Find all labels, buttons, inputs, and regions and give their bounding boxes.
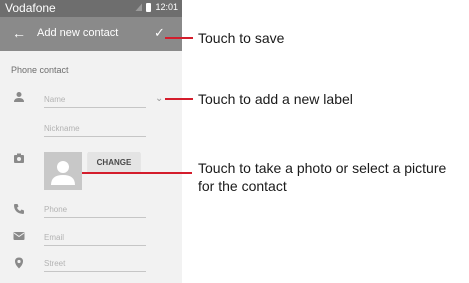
- name-field[interactable]: Name: [44, 93, 146, 108]
- save-callout-text: Touch to save: [198, 30, 285, 46]
- save-check-icon[interactable]: ✓: [154, 25, 165, 41]
- phone-screen: Vodafone 12:01 ← Add new contact ✓ Phone…: [0, 0, 182, 283]
- nickname-placeholder: Nickname: [44, 124, 80, 133]
- camera-icon: [14, 153, 24, 163]
- photo-callout-text: Touch to take a photo or select a pictur…: [198, 160, 447, 194]
- street-placeholder: Street: [44, 259, 66, 268]
- status-time: 12:01: [155, 2, 178, 12]
- save-callout-line: [165, 37, 193, 39]
- status-bar: Vodafone 12:01: [0, 0, 182, 17]
- street-field[interactable]: Street: [44, 257, 146, 272]
- label-callout-text: Touch to add a new label: [198, 91, 353, 107]
- label-callout-line: [165, 98, 193, 100]
- photo-callout-line: [82, 172, 192, 174]
- page-title: Add new contact: [37, 27, 119, 39]
- back-arrow-icon[interactable]: ←: [12, 25, 26, 41]
- contact-photo[interactable]: [44, 152, 82, 190]
- email-placeholder: Email: [44, 233, 65, 242]
- section-label: Phone contact: [11, 65, 69, 75]
- location-pin-icon: [15, 257, 23, 269]
- change-photo-button[interactable]: CHANGE: [88, 152, 140, 172]
- email-field[interactable]: Email: [44, 231, 146, 246]
- phone-field[interactable]: Phone: [44, 203, 146, 218]
- email-icon: [13, 232, 25, 240]
- battery-icon: [146, 2, 152, 12]
- nickname-field[interactable]: Nickname: [44, 122, 146, 137]
- name-placeholder: Name: [44, 95, 66, 104]
- avatar-placeholder-icon: [51, 161, 75, 185]
- phone-placeholder: Phone: [44, 205, 68, 214]
- carrier-name: Vodafone: [5, 1, 56, 15]
- phone-icon: [14, 204, 24, 214]
- status-icons: 12:01: [135, 2, 178, 12]
- chevron-down-icon[interactable]: ⌄: [155, 93, 163, 104]
- signal-icon: [135, 3, 143, 11]
- person-icon: [14, 92, 24, 102]
- app-bar: ← Add new contact ✓: [0, 17, 182, 51]
